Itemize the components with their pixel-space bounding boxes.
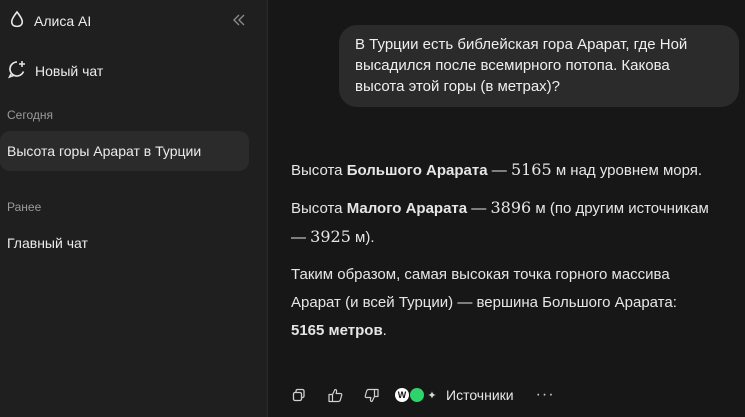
chat-item-main[interactable]: Главный чат: [0, 223, 249, 263]
sparkle-icon: ✦: [427, 389, 437, 402]
wikipedia-icon: W: [395, 388, 409, 402]
answer-bold: Малого Арарата: [346, 200, 468, 217]
sources-label: Источники: [446, 387, 514, 403]
brand[interactable]: Алиса AI: [8, 10, 91, 32]
answer-number: 3896: [490, 198, 532, 217]
answer-text: —: [487, 162, 511, 179]
answer-text: м над уровнем моря.: [551, 162, 703, 179]
assistant-answer: Высота Большого Арарата — 5165 м над уро…: [291, 156, 711, 354]
answer-text: .: [382, 322, 387, 339]
thumbs-down-icon[interactable]: [363, 387, 379, 403]
answer-actions: W ✦ Источники ···: [291, 385, 555, 405]
alice-logo-icon: [8, 10, 26, 33]
sidebar: Алиса AI Новый чат Сегодня Высота горы А…: [0, 0, 268, 417]
answer-text: м).: [350, 229, 375, 246]
collapse-sidebar-icon[interactable]: [231, 12, 247, 28]
source-site-icon: [410, 388, 424, 402]
thumbs-up-icon[interactable]: [327, 387, 343, 403]
sources-button[interactable]: W ✦ Источники: [395, 387, 514, 403]
brand-name: Алиса AI: [34, 13, 92, 29]
answer-number: 5165: [510, 160, 552, 179]
copy-icon[interactable]: [291, 387, 307, 403]
new-chat-button[interactable]: Новый чат: [7, 59, 103, 83]
answer-bold: Большого Арарата: [346, 162, 488, 179]
answer-paragraph: Высота Малого Арарата — 3896 м (по други…: [291, 194, 711, 252]
answer-text: —: [467, 200, 491, 217]
chat-item-ararat[interactable]: Высота горы Арарат в Турции: [0, 131, 249, 171]
answer-number: 3925: [310, 227, 351, 246]
answer-text: Высота: [291, 200, 347, 217]
answer-paragraph: Высота Большого Арарата — 5165 м над уро…: [291, 156, 711, 185]
section-label-earlier: Ранее: [7, 200, 42, 214]
user-message: В Турции есть библейская гора Арарат, гд…: [339, 25, 739, 107]
answer-bold: 5165 метров: [291, 322, 383, 339]
new-chat-icon: [7, 59, 27, 84]
more-options-icon[interactable]: ···: [536, 386, 555, 404]
answer-text: Высота: [291, 162, 347, 179]
new-chat-label: Новый чат: [35, 63, 104, 79]
answer-text: Таким образом, самая высокая точка горно…: [291, 266, 677, 311]
section-label-today: Сегодня: [7, 108, 53, 122]
answer-paragraph: Таким образом, самая высокая точка горно…: [291, 261, 711, 345]
